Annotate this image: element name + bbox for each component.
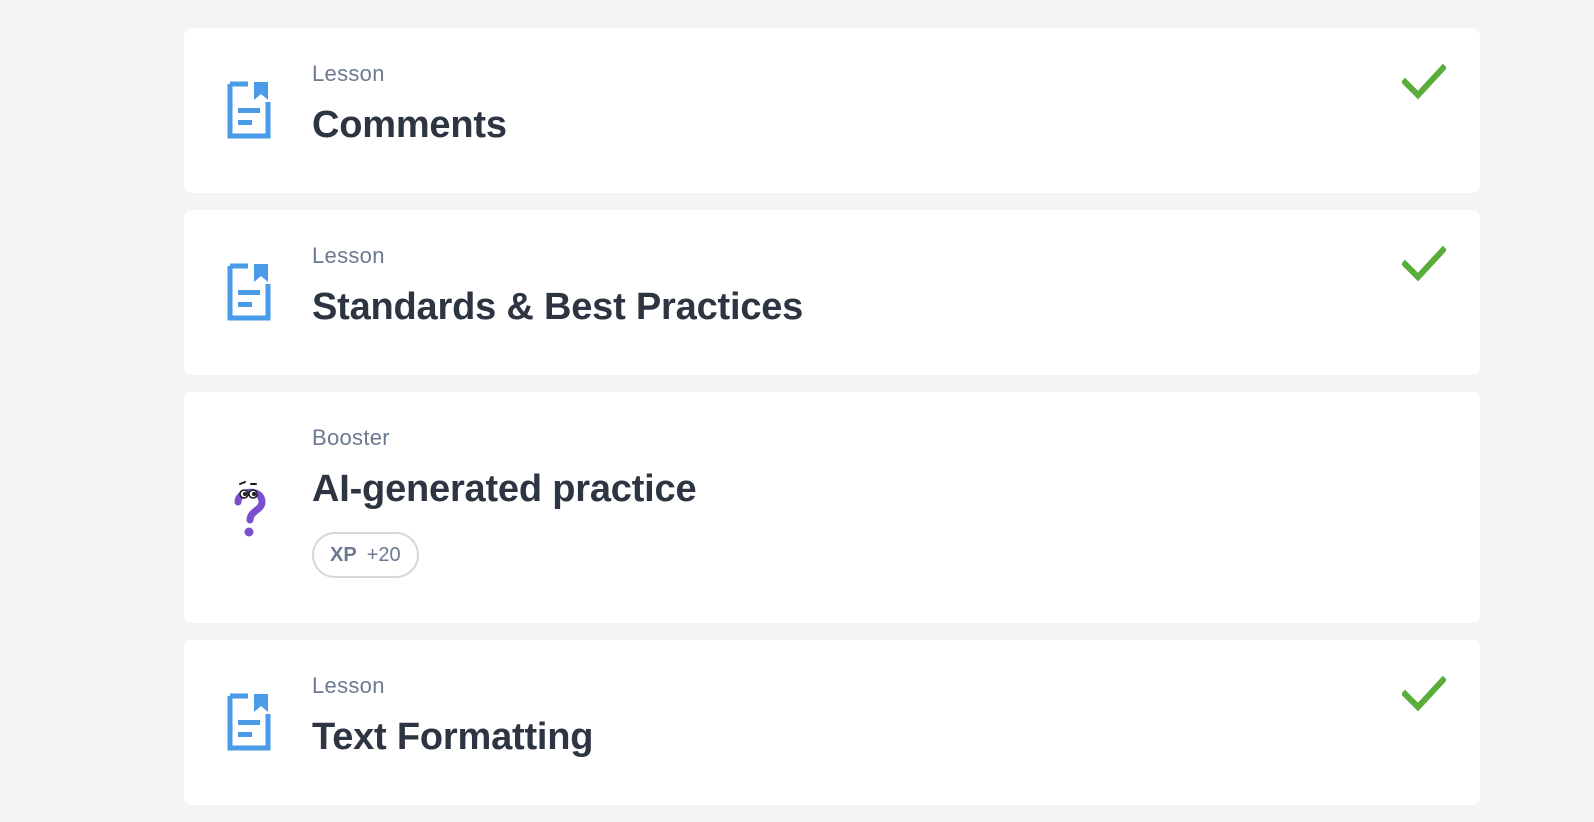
item-title: Standards & Best Practices [312,286,804,328]
lesson-doc-icon [224,80,272,140]
list-item-lesson-text-formatting[interactable]: Lesson Text Formatting [184,640,1480,805]
check-icon [1400,674,1448,714]
item-title: AI-generated practice [312,468,697,510]
item-text: Lesson Comments [312,59,507,148]
xp-badge: XP +20 [312,532,419,578]
list-item-booster-ai-practice[interactable]: Booster AI-generated practice XP +20 [184,392,1480,623]
item-kind: Lesson [312,61,385,86]
xp-value: +20 [366,543,401,566]
item-text: Booster AI-generated practice XP +20 [312,423,697,578]
item-title: Text Formatting [312,716,594,758]
item-kind: Booster [312,425,390,450]
item-kind: Lesson [312,243,385,268]
item-text: Lesson Standards & Best Practices [312,241,803,330]
item-text: Lesson Text Formatting [312,671,593,760]
item-kind: Lesson [312,673,385,698]
lesson-doc-icon [224,692,272,752]
check-icon [1400,244,1448,284]
list-item-lesson-comments[interactable]: Lesson Comments [184,28,1480,193]
check-icon [1400,62,1448,102]
lesson-doc-icon [224,262,272,322]
item-title: Comments [312,104,507,146]
question-mark-character-icon [224,478,272,538]
xp-label: XP [330,543,357,566]
list-item-lesson-standards[interactable]: Lesson Standards & Best Practices [184,210,1480,375]
lesson-list: Lesson Comments Lesson Standards & Best … [184,28,1480,822]
